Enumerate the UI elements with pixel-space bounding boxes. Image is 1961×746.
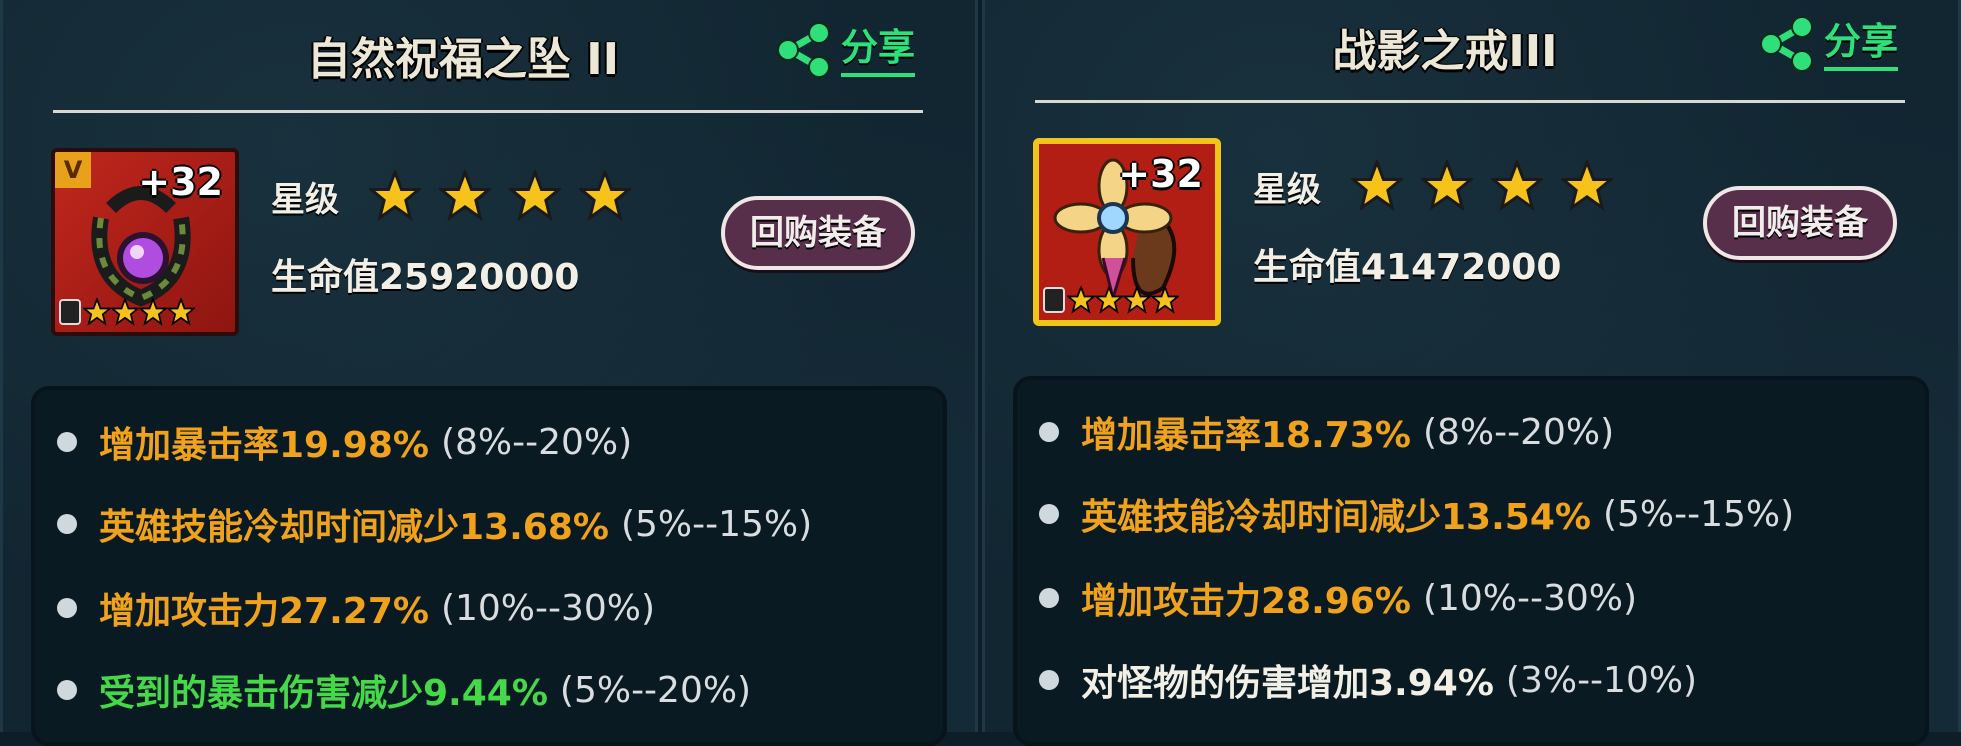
stat-row: 对怪物的伤害增加3.94% (3%--10%) [1039, 650, 1697, 710]
star-icon [579, 170, 631, 222]
stat-row: 受到的暴击伤害减少9.44% (5%--20%) [57, 660, 751, 720]
stat-text: 增加攻击力28.96% [1081, 581, 1411, 622]
bullet-icon [57, 432, 77, 452]
rank-badge: V [55, 152, 91, 188]
share-icon [1760, 16, 1813, 72]
bullet-icon [1039, 588, 1059, 608]
star-icon [1067, 286, 1095, 314]
stat-range: (5%--20%) [559, 669, 752, 711]
bullet-icon [1039, 422, 1059, 442]
star-icon [439, 170, 491, 222]
star-icon [1095, 286, 1123, 314]
share-label: 分享 [841, 23, 915, 77]
bullet-icon [57, 598, 77, 618]
star-rating [369, 170, 631, 222]
life-value: 生命值41472000 [1253, 247, 1562, 288]
share-icon [777, 22, 830, 78]
stat-row: 英雄技能冷却时间减少13.54% (5%--15%) [1039, 484, 1794, 544]
stat-text: 对怪物的伤害增加3.94% [1081, 663, 1494, 704]
star-icon [1151, 286, 1179, 314]
star-rating-label: 星级 [271, 180, 339, 220]
bullet-icon [1039, 670, 1059, 690]
stat-text: 受到的暴击伤害减少9.44% [99, 673, 548, 714]
buyback-button[interactable]: 回购装备 [721, 196, 915, 270]
star-icon [111, 298, 139, 326]
star-icon [1421, 160, 1473, 212]
star-icon [167, 298, 195, 326]
star-icon [1561, 160, 1613, 212]
stat-row: 英雄技能冷却时间减少13.68% (5%--15%) [57, 494, 812, 554]
stat-range: (3%--10%) [1505, 659, 1698, 701]
stats-panel: 增加暴击率18.73% (8%--20%) 英雄技能冷却时间减少13.54% (… [1013, 376, 1929, 746]
star-rating [1351, 160, 1613, 212]
lock-icon [59, 299, 81, 325]
star-icon [1351, 160, 1403, 212]
share-button[interactable]: 分享 [1758, 12, 1908, 76]
star-icon [1491, 160, 1543, 212]
star-icon [509, 170, 561, 222]
star-icon [83, 298, 111, 326]
bullet-icon [57, 680, 77, 700]
enhance-level: +32 [1118, 152, 1203, 196]
stat-text: 增加暴击率18.73% [1081, 415, 1411, 456]
stat-range: (10%--30%) [1422, 577, 1638, 619]
bullet-icon [57, 514, 77, 534]
mini-stars [1043, 286, 1179, 314]
stat-row: 增加暴击率19.98% (8%--20%) [57, 412, 632, 472]
stat-row: 增加攻击力27.27% (10%--30%) [57, 578, 655, 638]
stat-range: (5%--15%) [1602, 493, 1795, 535]
lock-icon [1043, 287, 1065, 313]
enhance-level: +32 [138, 160, 223, 204]
stat-text: 增加攻击力27.27% [99, 591, 429, 632]
stat-text: 增加暴击率19.98% [99, 425, 429, 466]
stat-range: (10%--30%) [440, 587, 656, 629]
stat-range: (8%--20%) [440, 421, 633, 463]
buyback-button[interactable]: 回购装备 [1703, 186, 1897, 260]
star-icon [139, 298, 167, 326]
item-panel-right: 战影之戒III 分享 +32 星级 生命值41472000 回购装备 增加暴击率… [982, 0, 1961, 746]
share-label: 分享 [1824, 17, 1898, 71]
stats-panel: 增加暴击率19.98% (8%--20%) 英雄技能冷却时间减少13.68% (… [31, 386, 947, 746]
stat-range: (8%--20%) [1422, 411, 1615, 453]
item-icon[interactable]: V +32 [51, 148, 239, 336]
item-icon[interactable]: +32 [1033, 138, 1221, 326]
share-button[interactable]: 分享 [775, 18, 925, 82]
stat-row: 增加暴击率18.73% (8%--20%) [1039, 402, 1614, 462]
item-panel-left: 自然祝福之坠 II 分享 V +32 星级 生命值25920000 回购装备 增… [0, 0, 978, 746]
bullet-icon [1039, 504, 1059, 524]
stat-row: 增加攻击力28.96% (10%--30%) [1039, 568, 1637, 628]
stat-text: 英雄技能冷却时间减少13.54% [1081, 497, 1591, 538]
life-value: 生命值25920000 [271, 257, 580, 298]
title-divider [1035, 100, 1905, 103]
mini-stars [59, 298, 195, 326]
stat-text: 英雄技能冷却时间减少13.68% [99, 507, 609, 548]
star-icon [1123, 286, 1151, 314]
title-divider [53, 110, 923, 113]
star-icon [369, 170, 421, 222]
star-rating-label: 星级 [1253, 170, 1321, 210]
stat-range: (5%--15%) [620, 503, 813, 545]
